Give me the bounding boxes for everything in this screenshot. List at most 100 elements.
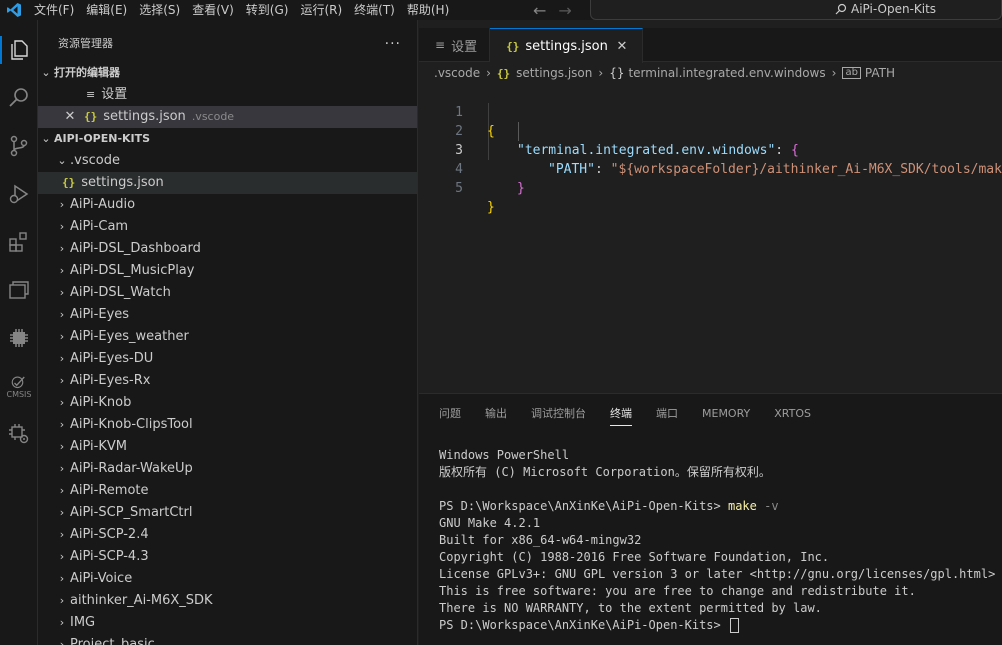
chevron-right-icon: › [59,396,65,409]
code-token: } [487,200,495,215]
close-icon[interactable]: ✕ [62,106,78,128]
breadcrumb-property[interactable]: PATH [865,66,895,80]
command-center[interactable] [590,0,1002,20]
menu-terminal[interactable]: 终端(T) [348,0,401,20]
folder-item[interactable]: › Project_basic [38,634,417,645]
folder-item[interactable]: › AiPi-Radar-WakeUp [38,458,417,480]
folder-item[interactable]: › AiPi-Eyes [38,304,417,326]
search-view-icon[interactable] [0,78,38,118]
folder-item[interactable]: › AiPi-SCP-2.4 [38,524,417,546]
terminal-line: PS D:\Workspace\AnXinKe\AiPi-Open-Kits> [439,617,995,634]
folder-label: AiPi-Remote [70,483,149,498]
menu-run[interactable]: 运行(R) [294,0,348,20]
workspace-section[interactable]: ⌄ AIPI-OPEN-KITS [38,128,417,150]
menu-help[interactable]: 帮助(H) [401,0,455,20]
chevron-right-icon: › [59,308,65,321]
extensions-icon[interactable] [0,222,38,262]
chevron-right-icon: › [59,418,65,431]
folder-item[interactable]: › AiPi-Eyes_weather [38,326,417,348]
open-editor-settings[interactable]: ≡ 设置 [38,84,417,106]
folder-item[interactable]: › AiPi-Knob [38,392,417,414]
tab-problems[interactable]: 问题 [439,394,461,434]
chevron-right-icon: › [59,638,65,645]
code-line: 2 "terminal.integrated.env.windows": { [419,103,1002,158]
folder-label: AiPi-Eyes-DU [70,351,154,366]
menu-go[interactable]: 转到(G) [240,0,295,20]
terminal-line: GNU Make 4.2.1 [439,516,541,530]
run-debug-icon[interactable] [0,174,38,214]
folder-item[interactable]: › AiPi-Remote [38,480,417,502]
chevron-right-icon: › [59,506,65,519]
chevron-down-icon: ⌄ [41,132,51,145]
line-number: 5 [455,181,463,196]
breadcrumb-file[interactable]: settings.json [516,66,592,80]
tab-xrtos[interactable]: XRTOS [774,394,811,434]
terminal-line: This is free software: you are free to c… [439,584,916,598]
close-icon[interactable]: ✕ [614,39,630,54]
remote-explorer-icon[interactable] [0,270,38,310]
folder-item[interactable]: › AiPi-Cam [38,216,417,238]
forward-arrow-icon[interactable]: → [558,1,571,20]
breadcrumb: .vscode › {} settings.json › {} terminal… [434,62,895,84]
tab-terminal[interactable]: 终端 [610,394,632,434]
folder-label: AiPi-Audio [70,197,136,212]
folder-item[interactable]: › aithinker_Ai-M6X_SDK [38,590,417,612]
chevron-down-icon: ⌄ [41,66,51,79]
folder-item[interactable]: › AiPi-DSL_Dashboard [38,238,417,260]
menu-edit[interactable]: 编辑(E) [80,0,133,20]
folder-item[interactable]: › AiPi-Audio [38,194,417,216]
source-control-icon[interactable] [0,126,38,166]
chevron-right-icon: › [59,220,65,233]
open-editors-section[interactable]: ⌄ 打开的编辑器 [38,62,417,84]
tab-memory[interactable]: MEMORY [702,394,750,434]
folder-item[interactable]: › AiPi-DSL_Watch [38,282,417,304]
folder-label: AiPi-Eyes-Rx [70,373,151,388]
file-label: settings.json [81,175,164,190]
breadcrumb-folder[interactable]: .vscode [434,66,480,80]
menu-file[interactable]: 文件(F) [28,0,80,20]
folder-item[interactable]: › AiPi-Voice [38,568,417,590]
folder-item[interactable]: › AiPi-Eyes-DU [38,348,417,370]
folder-label: AiPi-Knob-ClipsTool [70,417,193,432]
explorer-icon[interactable] [0,30,38,70]
folder-item[interactable]: › AiPi-Eyes-Rx [38,370,417,392]
tab-debug-console[interactable]: 调试控制台 [531,394,586,434]
file-settings-json[interactable]: {} settings.json [38,172,417,194]
search-icon [835,3,847,15]
chevron-right-icon: › [486,66,491,80]
open-editor-settings-json[interactable]: ✕ {} settings.json .vscode [38,106,417,128]
terminal-output[interactable]: Windows PowerShell 版权所有 (C) Microsoft Co… [439,447,995,634]
menu-view[interactable]: 查看(V) [186,0,240,20]
folder-vscode[interactable]: ⌄ .vscode [38,150,417,172]
folder-item[interactable]: › AiPi-KVM [38,436,417,458]
tab-settings[interactable]: ≡ 设置 [419,28,491,62]
tab-ports[interactable]: 端口 [656,394,678,434]
chevron-right-icon: › [59,352,65,365]
chip-icon[interactable] [0,318,38,358]
folder-label: AiPi-KVM [70,439,127,454]
back-arrow-icon[interactable]: ← [533,1,546,20]
folder-item[interactable]: › AiPi-DSL_MusicPlay [38,260,417,282]
code-editor[interactable]: 1 { 2 "terminal.integrated.env.windows":… [419,84,1002,384]
terminal-line: Built for x86_64-w64-mingw32 [439,533,642,547]
folder-label: AiPi-DSL_Watch [70,285,171,300]
folder-label: AiPi-SCP-4.3 [70,549,149,564]
tab-settings-json[interactable]: {} settings.json ✕ [490,28,643,63]
folder-item[interactable]: › AiPi-Knob-ClipsTool [38,414,417,436]
chevron-right-icon: › [59,264,65,277]
folder-label: AiPi-Eyes [70,307,130,322]
settings-list-icon: ≡ [435,38,446,52]
cmsis-icon[interactable]: CMSIS [0,366,38,406]
folder-item[interactable]: › IMG [38,612,417,634]
folder-item[interactable]: › AiPi-SCP-4.3 [38,546,417,568]
tab-output[interactable]: 输出 [485,394,507,434]
menu-selection[interactable]: 选择(S) [133,0,186,20]
breadcrumb-object[interactable]: terminal.integrated.env.windows [628,66,825,80]
folder-label: IMG [70,615,96,630]
workspace-title: AIPI-OPEN-KITS [54,132,151,145]
terminal-line: PS D:\Workspace\AnXinKe\AiPi-Open-Kits> … [439,498,995,515]
more-actions-icon[interactable]: ··· [385,20,401,68]
folder-item[interactable]: › AiPi-SCP_SmartCtrl [38,502,417,524]
chip-settings-icon[interactable] [0,414,38,454]
chevron-right-icon: › [598,66,604,80]
